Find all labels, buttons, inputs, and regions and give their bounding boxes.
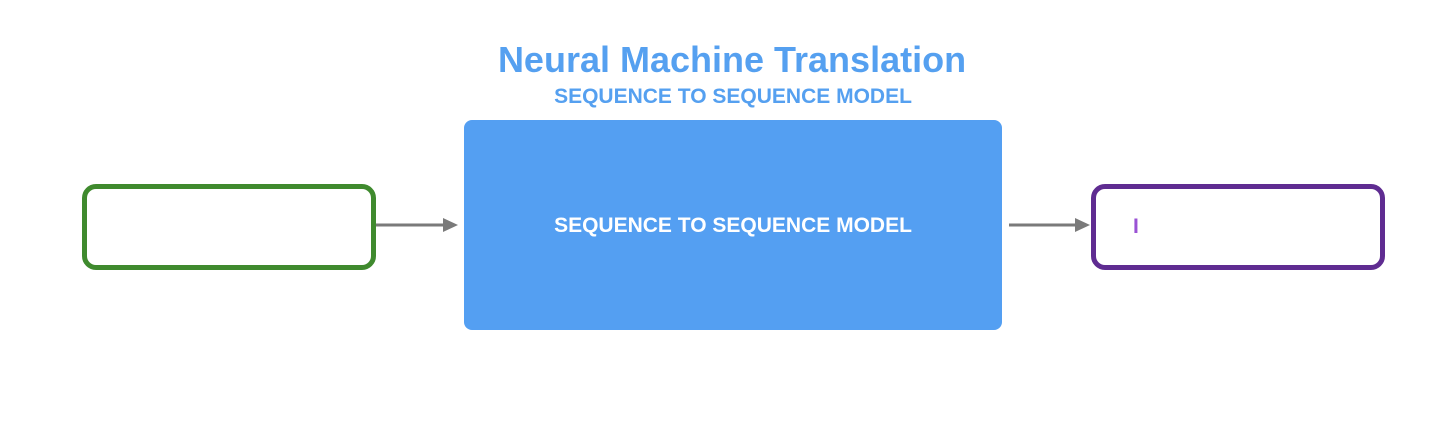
arrow-model-to-output-head (1075, 218, 1090, 232)
diagram-subtitle: SEQUENCE TO SEQUENCE MODEL (554, 85, 912, 108)
seq2seq-model-label: SEQUENCE TO SEQUENCE MODEL (554, 214, 912, 237)
arrow-input-to-model (376, 218, 458, 232)
arrow-input-to-model-head (443, 218, 458, 232)
output-sequence-box: I (1091, 184, 1385, 270)
diagram-title: Neural Machine Translation (497, 39, 967, 80)
input-sequence-box (82, 184, 376, 270)
seq2seq-model-box: SEQUENCE TO SEQUENCE MODEL (464, 120, 1002, 330)
arrow-model-to-output (1009, 218, 1090, 232)
output-sequence-text: I (1133, 215, 1139, 238)
